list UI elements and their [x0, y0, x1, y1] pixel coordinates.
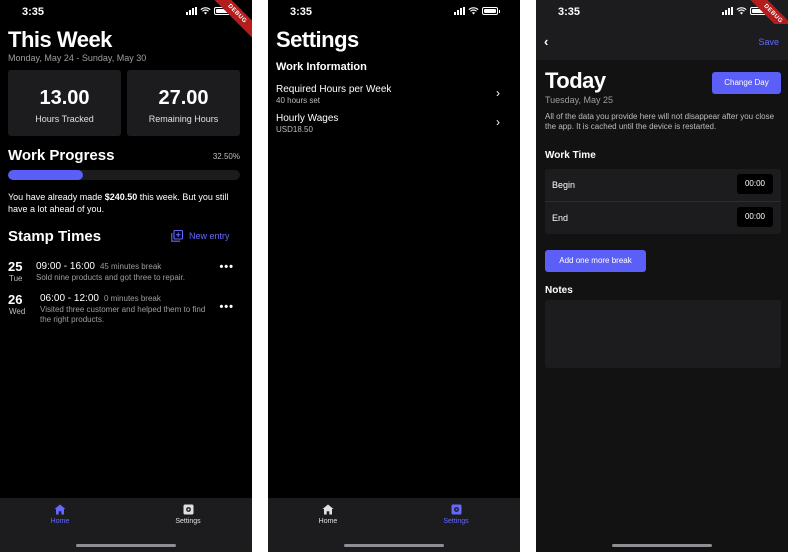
entry-more-button[interactable]: •••	[219, 261, 234, 273]
work-time-header: Work Time	[545, 150, 596, 161]
home-icon	[54, 504, 66, 515]
earnings-prefix: You have already made	[8, 192, 105, 202]
settings-screen: 3:35 Settings Work Information Required …	[268, 0, 520, 552]
home-icon	[322, 504, 334, 515]
hours-tracked-label: Hours Tracked	[35, 114, 94, 124]
back-arrow-icon[interactable]: ‹	[544, 34, 548, 49]
signal-icon	[722, 7, 733, 15]
entry-weekday: Wed	[9, 307, 26, 316]
end-label: End	[552, 213, 569, 223]
hours-tracked-card: 13.00 Hours Tracked	[8, 70, 121, 136]
new-entry-button[interactable]: New entry	[171, 230, 230, 242]
signal-icon	[186, 7, 197, 15]
entry-day: 25	[8, 259, 23, 274]
today-date: Tuesday, May 25	[545, 95, 614, 105]
entry-break: 45 minutes break	[99, 262, 162, 271]
remaining-hours-value: 27.00	[158, 87, 209, 109]
hourly-wages-row[interactable]: Hourly Wages USD18.50 ›	[276, 113, 500, 134]
status-time: 3:35	[558, 6, 581, 18]
entry-range-text: 06:00 - 12:00	[40, 293, 99, 304]
bottom-nav: Home Settings	[268, 498, 520, 552]
remaining-hours-card: 27.00 Remaining Hours	[127, 70, 240, 136]
notes-header: Notes	[545, 285, 573, 296]
nav-settings[interactable]: Settings	[426, 504, 486, 525]
home-indicator	[344, 544, 444, 547]
required-hours-row[interactable]: Required Hours per Week 40 hours set ›	[276, 84, 500, 105]
nav-home[interactable]: Home	[30, 504, 90, 525]
entry-note: Visited three customer and helped them t…	[40, 305, 206, 324]
settings-icon	[183, 504, 193, 515]
entry-more-button[interactable]: •••	[219, 301, 234, 313]
status-bar: 3:35	[268, 0, 520, 24]
end-time-picker[interactable]: 00:00	[737, 207, 773, 227]
add-entry-icon	[171, 230, 183, 242]
entry-range-text: 09:00 - 16:00	[36, 261, 95, 272]
hourly-wages-value: USD18.50	[276, 125, 313, 134]
week-date-range: Monday, May 24 - Sunday, May 30	[8, 53, 147, 63]
begin-time-picker[interactable]: 00:00	[737, 174, 773, 194]
notes-textarea[interactable]	[545, 300, 781, 368]
home-indicator	[612, 544, 712, 547]
entry-break: 0 minutes break	[103, 294, 161, 303]
end-row: End 00:00	[545, 202, 781, 234]
page-title: This Week	[8, 27, 112, 52]
work-information-header: Work Information	[276, 61, 367, 73]
entry-day: 26	[8, 292, 23, 307]
hours-tracked-value: 13.00	[39, 87, 90, 109]
chevron-right-icon: ›	[496, 115, 500, 129]
work-progress-title: Work Progress	[8, 147, 115, 164]
hourly-wages-title: Hourly Wages	[276, 113, 339, 124]
wifi-icon	[736, 7, 747, 15]
status-bar: 3:35	[0, 0, 252, 24]
work-progress-fill	[8, 170, 84, 180]
required-hours-title: Required Hours per Week	[276, 84, 392, 95]
earnings-amount: $240.50	[104, 192, 138, 202]
begin-row: Begin 00:00	[545, 169, 781, 201]
nav-settings-label: Settings	[175, 518, 201, 525]
nav-home[interactable]: Home	[298, 504, 358, 525]
entry-time-range: 09:00 - 16:00 45 minutes break	[36, 261, 161, 272]
page-title: Settings	[276, 27, 359, 52]
stamp-entry[interactable]: 26 Wed 06:00 - 12:00 0 minutes break Visi…	[8, 292, 244, 328]
cache-info-text: All of the data you provide here will no…	[545, 112, 775, 131]
nav-home-label: Home	[318, 518, 338, 525]
change-day-button[interactable]: Change Day	[712, 72, 781, 94]
status-bar: 3:35	[536, 0, 788, 24]
nav-settings[interactable]: Settings	[158, 504, 218, 525]
entry-note: Sold nine products and got three to repa…	[36, 273, 185, 282]
stamp-entry[interactable]: 25 Tue 09:00 - 16:00 45 minutes break Sol…	[8, 259, 244, 289]
signal-icon	[454, 7, 465, 15]
save-button[interactable]: Save	[758, 37, 779, 47]
home-screen: 3:35 DEBUG This Week Monday, May 24 - Su…	[0, 0, 252, 552]
begin-label: Begin	[552, 180, 576, 190]
entry-time-range: 06:00 - 12:00 0 minutes break	[40, 293, 161, 304]
work-time-box: Begin 00:00 End 00:00	[545, 169, 781, 234]
work-progress-bar	[8, 170, 240, 180]
add-break-button[interactable]: Add one more break	[545, 250, 646, 272]
required-hours-value: 40 hours set	[276, 96, 321, 105]
app-bar: ‹ Save	[536, 24, 788, 60]
stamp-times-title: Stamp Times	[8, 228, 102, 245]
new-entry-label: New entry	[189, 231, 230, 241]
wifi-icon	[468, 7, 479, 15]
status-time: 3:35	[290, 6, 313, 18]
chevron-right-icon: ›	[496, 86, 500, 100]
today-screen: 3:35 DEBUG ‹ Save Today Tuesday, May 25 …	[536, 0, 788, 552]
nav-settings-label: Settings	[443, 518, 469, 525]
entry-weekday: Tue	[9, 274, 23, 283]
home-indicator	[76, 544, 176, 547]
battery-icon	[482, 7, 500, 15]
page-title: Today	[545, 68, 606, 93]
status-icons	[454, 7, 500, 15]
nav-home-label: Home	[50, 518, 70, 525]
earnings-message: You have already made $240.50 this week.…	[8, 191, 242, 215]
settings-icon	[451, 504, 461, 515]
wifi-icon	[200, 7, 211, 15]
work-progress-percent: 32.50%	[212, 152, 240, 161]
remaining-hours-label: Remaining Hours	[148, 114, 219, 124]
bottom-nav: Home Settings	[0, 498, 252, 552]
status-time: 3:35	[22, 6, 45, 18]
